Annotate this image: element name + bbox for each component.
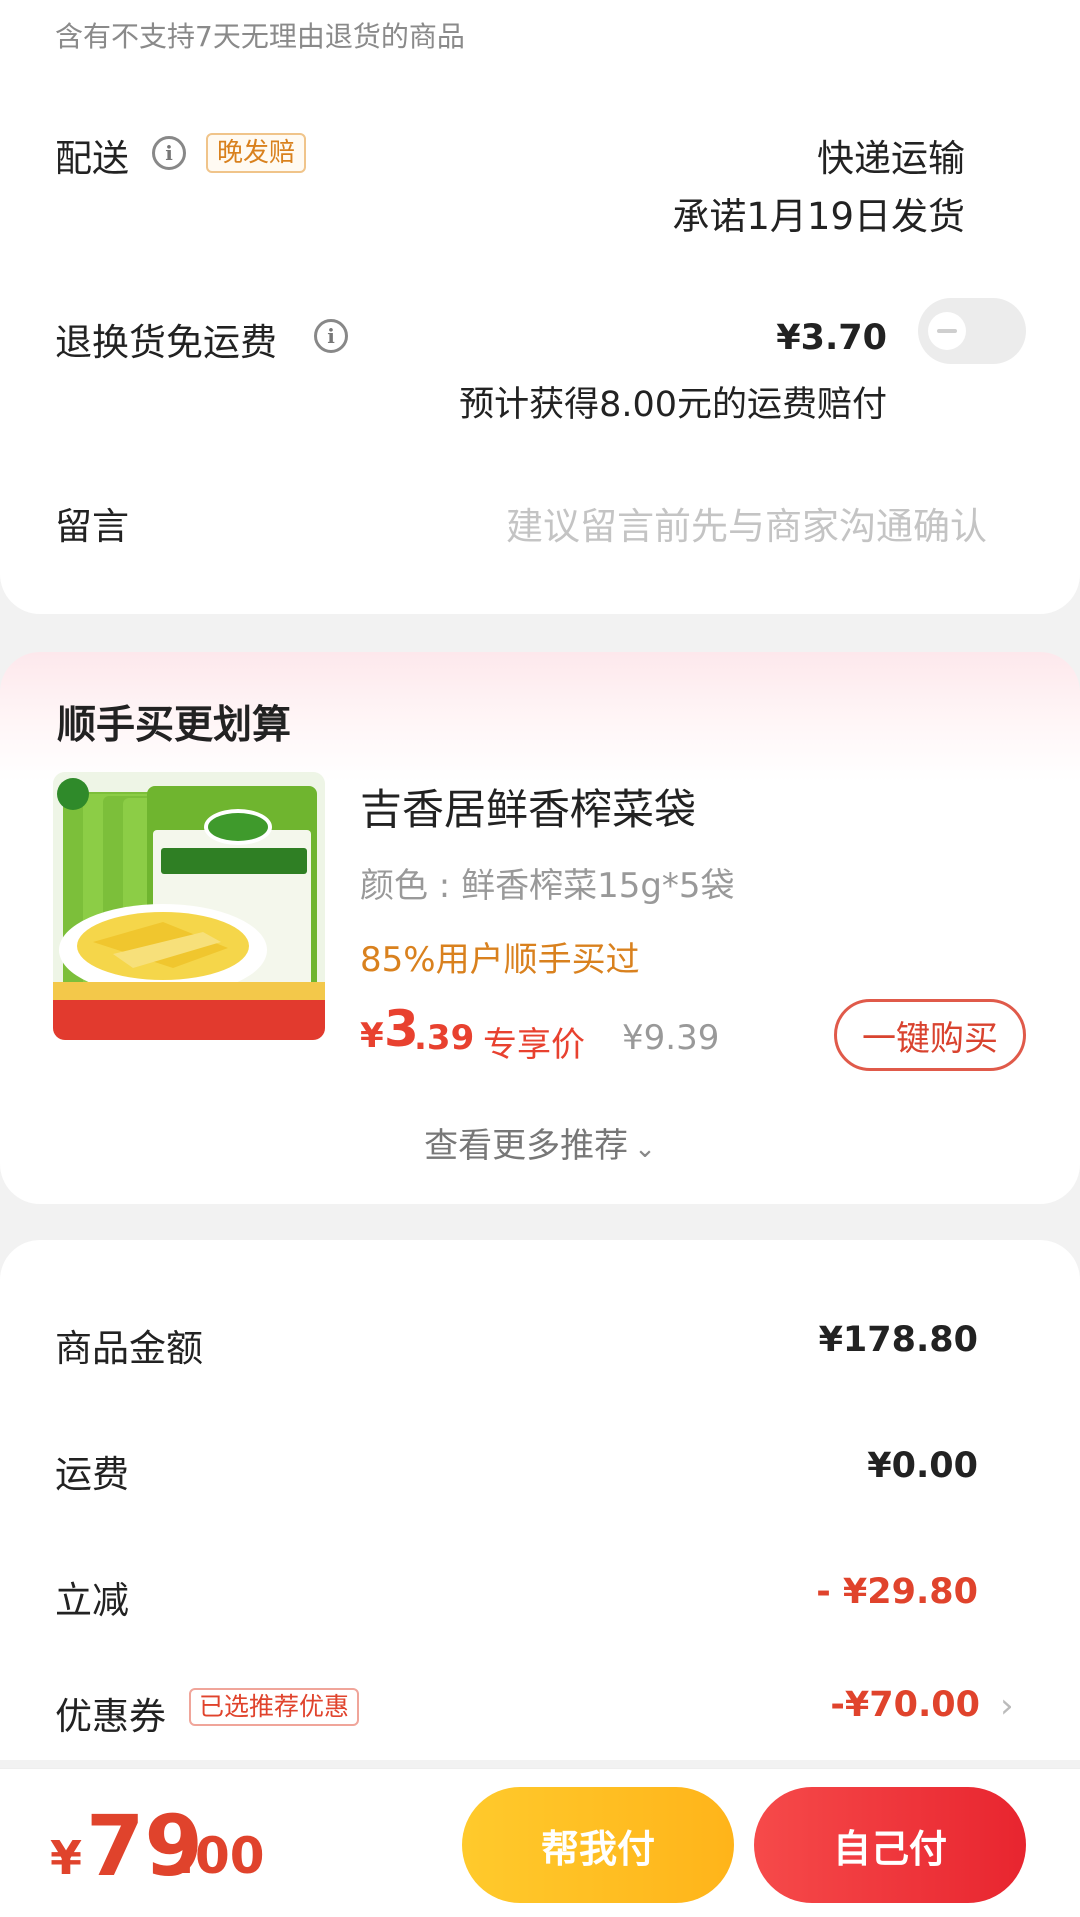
bought-rate: 85%用户顺手买过 bbox=[360, 940, 640, 980]
delivery-label: 配送 bbox=[55, 137, 129, 180]
goods-amount-value: ¥178.80 bbox=[818, 1320, 978, 1360]
chevron-right-icon[interactable]: › bbox=[1000, 1686, 1014, 1726]
pay-myself-button[interactable]: 自己付 bbox=[754, 1787, 1026, 1903]
late-shipment-tag: 晚发赔 bbox=[206, 133, 307, 173]
total-decimal: .00 bbox=[176, 1827, 265, 1885]
product-name[interactable]: 吉香居鲜香榨菜袋 bbox=[360, 776, 696, 837]
return-shipping-note: 预计获得8.00元的运费赔付 bbox=[459, 385, 887, 425]
exclusive-price-label: 专享价 bbox=[483, 1025, 585, 1065]
summary-card: 商品金额 ¥178.80 运费 ¥0.00 立减 - ¥29.80 优惠券 已选… bbox=[0, 1240, 1080, 1760]
bottom-pay-bar: ¥ 79 .00 帮我付 自己付 bbox=[0, 1768, 1080, 1917]
price-decimal: .39 bbox=[414, 1018, 475, 1058]
shipping-label: 运费 bbox=[55, 1453, 129, 1496]
recommendation-card: 顺手买更划算 吉香居鲜香榨菜袋 颜色: 鲜香榨菜15g*5袋 85%用户顺手买… bbox=[0, 652, 1080, 1204]
goods-amount-label: 商品金额 bbox=[55, 1327, 203, 1370]
one-click-buy-button[interactable]: 一键购买 bbox=[834, 999, 1026, 1071]
discount-label: 立减 bbox=[55, 1579, 129, 1622]
toggle-knob bbox=[928, 312, 966, 350]
original-price: ¥9.39 bbox=[622, 1018, 720, 1058]
product-spec: 颜色 : 鲜香榨菜15g*5袋 bbox=[360, 866, 735, 906]
discount-value: - ¥29.80 bbox=[816, 1572, 978, 1612]
info-icon[interactable]: i bbox=[314, 319, 348, 353]
message-label: 留言 bbox=[55, 505, 129, 548]
info-icon[interactable]: i bbox=[152, 136, 186, 170]
chevron-down-icon: ⌄ bbox=[634, 1134, 656, 1164]
ship-promise: 承诺1月19日发货 bbox=[672, 195, 965, 238]
message-input[interactable]: 建议留言前先与商家沟通确认 bbox=[506, 496, 987, 550]
coupon-value[interactable]: -¥70.00 bbox=[830, 1685, 980, 1725]
shipping-value: ¥0.00 bbox=[867, 1446, 978, 1486]
see-more-link[interactable]: 查看更多推荐 ⌄ bbox=[0, 1118, 1080, 1167]
delivery-card: 含有不支持7天无理由退货的商品 配送 i 晚发赔 快递运输 承诺1月19日发货 … bbox=[0, 0, 1080, 614]
help-me-pay-button[interactable]: 帮我付 bbox=[462, 1787, 734, 1903]
price-symbol: ¥ bbox=[360, 1016, 384, 1056]
return-shipping-price: ¥3.70 bbox=[776, 318, 887, 358]
coupon-label[interactable]: 优惠券 bbox=[55, 1686, 166, 1740]
see-more-label: 查看更多推荐 bbox=[424, 1126, 629, 1166]
checkout-page: 含有不支持7天无理由退货的商品 配送 i 晚发赔 快递运输 承诺1月19日发货 … bbox=[0, 0, 1080, 1917]
return-shipping-label: 退换货免运费 bbox=[55, 321, 277, 364]
delivery-method: 快递运输 bbox=[817, 137, 965, 180]
return-shipping-toggle[interactable] bbox=[918, 298, 1026, 364]
product-image[interactable] bbox=[53, 772, 325, 1040]
coupon-tag: 已选推荐优惠 bbox=[189, 1688, 360, 1726]
return-policy-notice: 含有不支持7天无理由退货的商品 bbox=[55, 20, 465, 53]
total-symbol: ¥ bbox=[50, 1831, 83, 1885]
recommendation-title: 顺手买更划算 bbox=[57, 703, 292, 748]
